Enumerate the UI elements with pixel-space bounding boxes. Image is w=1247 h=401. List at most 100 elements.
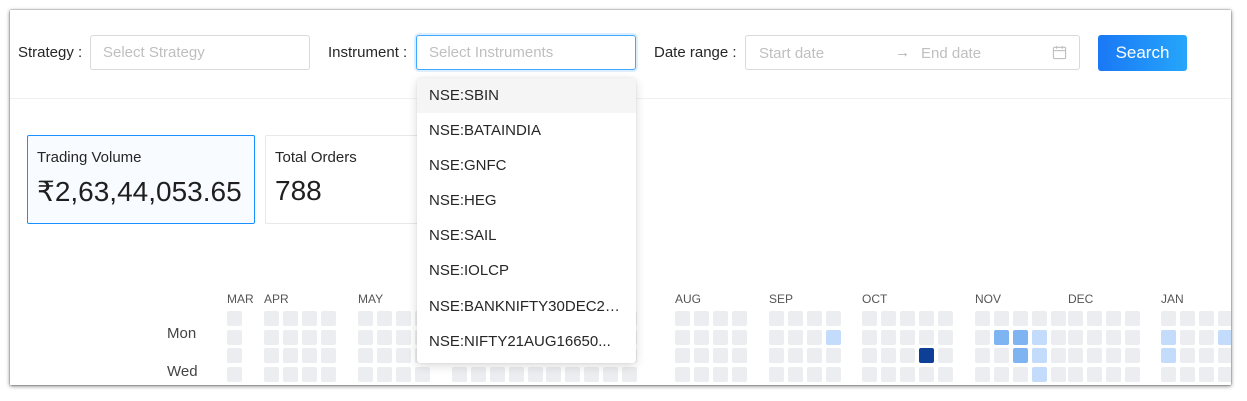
heatmap-cell[interactable] (283, 367, 298, 382)
heatmap-cell[interactable] (358, 348, 373, 363)
heatmap-cell[interactable] (1032, 367, 1047, 382)
heatmap-cell[interactable] (321, 367, 336, 382)
heatmap-cell[interactable] (713, 330, 728, 345)
heatmap-cell[interactable] (1068, 311, 1083, 326)
heatmap-cell[interactable] (302, 367, 317, 382)
heatmap-cell[interactable] (377, 367, 392, 382)
heatmap-cell[interactable] (900, 348, 915, 363)
heatmap-cell[interactable] (862, 367, 877, 382)
heatmap-cell[interactable] (919, 311, 934, 326)
heatmap-cell[interactable] (675, 348, 690, 363)
heatmap-cell[interactable] (377, 348, 392, 363)
heatmap-cell[interactable] (396, 348, 411, 363)
heatmap-cell[interactable] (1032, 348, 1047, 363)
heatmap-cell[interactable] (490, 367, 505, 382)
heatmap-cell[interactable] (713, 367, 728, 382)
heatmap-cell[interactable] (1051, 367, 1066, 382)
heatmap-cell[interactable] (1125, 367, 1140, 382)
heatmap-cell[interactable] (452, 367, 467, 382)
heatmap-cell[interactable] (1087, 330, 1102, 345)
heatmap-cell[interactable] (1087, 367, 1102, 382)
heatmap-cell[interactable] (1087, 348, 1102, 363)
heatmap-cell[interactable] (1013, 348, 1028, 363)
search-button[interactable]: Search (1098, 35, 1187, 71)
heatmap-cell[interactable] (509, 367, 524, 382)
heatmap-cell[interactable] (900, 311, 915, 326)
heatmap-cell[interactable] (1218, 348, 1231, 363)
heatmap-cell[interactable] (283, 311, 298, 326)
heatmap-cell[interactable] (675, 330, 690, 345)
heatmap-cell[interactable] (807, 367, 822, 382)
instrument-option[interactable]: NSE:BATAINDIA (417, 113, 636, 148)
heatmap-cell[interactable] (807, 348, 822, 363)
heatmap-cell[interactable] (528, 367, 543, 382)
heatmap-cell[interactable] (321, 330, 336, 345)
instrument-option[interactable]: NSE:GNFC (417, 148, 636, 183)
heatmap-cell[interactable] (1106, 367, 1121, 382)
heatmap-cell[interactable] (358, 367, 373, 382)
heatmap-cell[interactable] (975, 348, 990, 363)
heatmap-cell[interactable] (994, 330, 1009, 345)
heatmap-cell[interactable] (694, 311, 709, 326)
heatmap-cell[interactable] (732, 348, 747, 363)
heatmap-cell[interactable] (603, 367, 618, 382)
heatmap-cell[interactable] (1218, 367, 1231, 382)
heatmap-cell[interactable] (862, 330, 877, 345)
heatmap-cell[interactable] (1087, 311, 1102, 326)
heatmap-cell[interactable] (788, 311, 803, 326)
heatmap-cell[interactable] (732, 367, 747, 382)
heatmap-cell[interactable] (788, 348, 803, 363)
heatmap-cell[interactable] (1106, 330, 1121, 345)
heatmap-cell[interactable] (732, 311, 747, 326)
heatmap-cell[interactable] (1161, 348, 1176, 363)
heatmap-cell[interactable] (1161, 311, 1176, 326)
heatmap-cell[interactable] (1068, 330, 1083, 345)
heatmap-cell[interactable] (1218, 311, 1231, 326)
heatmap-cell[interactable] (1199, 348, 1214, 363)
heatmap-cell[interactable] (396, 311, 411, 326)
heatmap-cell[interactable] (938, 348, 953, 363)
heatmap-cell[interactable] (546, 367, 561, 382)
heatmap-cell[interactable] (938, 330, 953, 345)
heatmap-cell[interactable] (1051, 348, 1066, 363)
heatmap-cell[interactable] (675, 311, 690, 326)
heatmap-cell[interactable] (881, 348, 896, 363)
heatmap-cell[interactable] (862, 311, 877, 326)
heatmap-cell[interactable] (1106, 311, 1121, 326)
heatmap-cell[interactable] (1068, 367, 1083, 382)
heatmap-cell[interactable] (826, 367, 841, 382)
heatmap-cell[interactable] (919, 348, 934, 363)
heatmap-cell[interactable] (1125, 330, 1140, 345)
heatmap-cell[interactable] (227, 330, 242, 345)
heatmap-cell[interactable] (471, 367, 486, 382)
heatmap-cell[interactable] (321, 348, 336, 363)
heatmap-cell[interactable] (1180, 367, 1195, 382)
heatmap-cell[interactable] (358, 330, 373, 345)
heatmap-cell[interactable] (396, 330, 411, 345)
instrument-option[interactable]: NSE:IOLCP (417, 253, 636, 288)
heatmap-cell[interactable] (826, 330, 841, 345)
instrument-option[interactable]: NSE:SBIN (417, 78, 636, 114)
heatmap-cell[interactable] (358, 311, 373, 326)
trading-volume-card[interactable]: Trading Volume ₹2,63,44,053.65 (27, 135, 255, 224)
heatmap-cell[interactable] (788, 367, 803, 382)
heatmap-cell[interactable] (622, 367, 637, 382)
heatmap-cell[interactable] (227, 367, 242, 382)
heatmap-cell[interactable] (826, 311, 841, 326)
heatmap-cell[interactable] (1013, 367, 1028, 382)
heatmap-cell[interactable] (264, 348, 279, 363)
heatmap-cell[interactable] (1051, 311, 1066, 326)
heatmap-cell[interactable] (769, 311, 784, 326)
heatmap-cell[interactable] (1068, 348, 1083, 363)
instrument-option[interactable]: NSE:HEG (417, 183, 636, 218)
date-range-picker[interactable]: Start date → End date (745, 35, 1080, 70)
instrument-option[interactable]: NSE:NIFTY21AUG16650... (417, 324, 636, 359)
heatmap-cell[interactable] (675, 367, 690, 382)
heatmap-cell[interactable] (1199, 330, 1214, 345)
heatmap-cell[interactable] (994, 311, 1009, 326)
heatmap-cell[interactable] (975, 311, 990, 326)
heatmap-cell[interactable] (881, 311, 896, 326)
heatmap-cell[interactable] (283, 348, 298, 363)
heatmap-cell[interactable] (1125, 348, 1140, 363)
heatmap-cell[interactable] (919, 367, 934, 382)
